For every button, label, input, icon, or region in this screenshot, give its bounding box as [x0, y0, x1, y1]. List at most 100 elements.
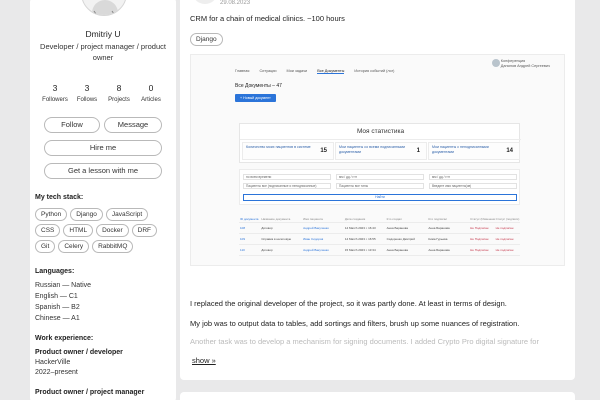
stat-cell-value: 1 — [416, 148, 420, 154]
table-cell: 110 — [240, 248, 245, 252]
language-item: Chinese — A1 — [35, 315, 80, 322]
screenshot-stats-title: Моя статистика — [356, 128, 405, 135]
tech-tag[interactable]: Python — [35, 208, 68, 221]
table-cell: Андрей Вакуленко — [303, 248, 329, 252]
stat-follows[interactable]: 3 Follows — [73, 83, 101, 103]
stat-label: Articles — [141, 97, 161, 103]
table-cell: Анна Баранова — [428, 226, 450, 230]
tech-tag[interactable]: RabbitMQ — [92, 240, 134, 253]
project-paragraph: My job was to output data to tables, add… — [190, 319, 520, 328]
table-cell: Не подписан — [495, 226, 514, 230]
screenshot-tab: Ситуации — [259, 69, 277, 73]
profile-sidebar: Dmitriy U Developer / project manager / … — [30, 0, 176, 400]
stat-number: 0 — [148, 83, 154, 93]
work-experience-title: Work experience: — [35, 335, 94, 342]
table-row: 110 Договор Андрей Вакуленко 15 March 20… — [239, 245, 520, 256]
project-paragraph-faded: Another task was to develop a mechanism … — [190, 337, 539, 346]
table-row: 108 Договор Андрей Вакуленко 14 March 20… — [239, 223, 520, 234]
table-cell: Договор — [261, 248, 273, 252]
table-cell: 14 March 2023 г. 16:43 — [344, 226, 376, 230]
tech-stack-tags: Python Django JavaScript CSS HTML Docker… — [35, 208, 173, 253]
table-cell: Не Подписан — [470, 226, 489, 230]
stat-number: 8 — [116, 83, 122, 93]
get-lesson-button[interactable]: Get a lesson with me — [44, 163, 162, 179]
screenshot-stat-cell: Количество моих пациентов в системе 15 — [242, 142, 334, 160]
project-date: 29.08.2023 — [220, 0, 251, 6]
language-item: Russian — Native — [35, 282, 92, 289]
project-avatar — [192, 0, 218, 4]
avatar[interactable] — [81, 0, 127, 16]
filter-field: мм / дд / гггг — [429, 174, 517, 180]
table-cell: Сидоренко Дмитрий — [386, 237, 415, 241]
stat-projects[interactable]: 8 Projects — [105, 83, 133, 103]
screenshot-tab: Мои задачи — [286, 69, 308, 73]
tech-tag[interactable]: Django — [70, 208, 103, 221]
stat-cell-value: 15 — [320, 148, 327, 154]
language-item: Spanish — B2 — [35, 304, 80, 311]
profile-role: Developer / project manager / product ow… — [40, 42, 166, 62]
table-header-cell: Название документа — [261, 216, 291, 221]
stat-label: Followers — [42, 97, 68, 103]
project-screenshot[interactable]: Конференция Данилов Андрей Сергеевич Гла… — [190, 54, 565, 266]
job-company: HackerVille — [35, 359, 71, 366]
tech-stack-title: My tech stack: — [35, 194, 84, 201]
screenshot-tab: Главная — [235, 69, 250, 73]
screenshot-user: Конференция Данилов Андрей Сергеевич — [501, 59, 550, 68]
next-project-card — [180, 392, 575, 400]
stat-cell-label: Количество моих пациентов в системе — [246, 145, 311, 149]
follow-button[interactable]: Follow — [44, 117, 100, 133]
tech-tag[interactable]: CSS — [35, 224, 61, 237]
stat-cell-label: Мои пациенты с неподписанными документам… — [432, 145, 489, 154]
filter-field: Пациенты все типы — [336, 183, 424, 189]
table-cell: Не подписан — [495, 237, 514, 241]
table-header-cell: Имя пациента — [303, 216, 323, 221]
tech-tag[interactable]: Git — [35, 240, 56, 253]
divider — [240, 139, 521, 140]
screenshot-user-line: Данилов Андрей Сергеевич — [500, 63, 550, 68]
table-cell: Андрей Вакуленко — [303, 226, 329, 230]
languages-list: Russian — Native English — C1 Spanish — … — [35, 280, 91, 324]
tech-tag[interactable]: Celery — [58, 240, 90, 253]
table-cell: Справка в налоговую — [261, 237, 292, 241]
filter-field: Введите имя пациента(ов) — [429, 183, 517, 189]
table-header-cell: Статус (Изменения) — [470, 216, 494, 221]
tech-tag[interactable]: HTML — [63, 224, 94, 237]
job-item: Product owner / developer HackerVille 20… — [35, 348, 123, 378]
table-header: ID документа Название документа Имя паци… — [239, 215, 520, 223]
screenshot-filters: по всем времени мм / дд / гггг мм / дд /… — [239, 169, 520, 205]
stat-label: Follows — [76, 97, 98, 103]
languages-title: Languages: — [35, 268, 75, 275]
project-card: 29.08.2023 CRM for a chain of medical cl… — [180, 0, 575, 380]
message-button[interactable]: Message — [104, 117, 162, 133]
stat-articles[interactable]: 0 Articles — [137, 83, 165, 103]
table-cell: 15 March 2023 г. 13:34 — [344, 248, 376, 252]
table-header-cell: Статус (подписи) — [495, 216, 520, 221]
stat-cell-value: 14 — [506, 148, 513, 154]
table-cell: Не Подписан — [470, 237, 489, 241]
screenshot-tabs: Главная Ситуации Мои задачи Все Документ… — [235, 69, 394, 74]
hire-me-button[interactable]: Hire me — [44, 140, 162, 156]
tech-tag[interactable]: JavaScript — [105, 208, 149, 221]
user-icon — [492, 59, 500, 67]
filter-field: Пациенты все (подписанные и неподписанны… — [243, 183, 331, 189]
screenshot-tab-active: Все Документы — [317, 69, 345, 74]
tech-tag[interactable]: DRF — [131, 224, 158, 237]
show-more-link[interactable]: show » — [192, 356, 216, 365]
stat-followers[interactable]: 3 Followers — [41, 83, 69, 103]
tech-tag[interactable]: Docker — [96, 224, 129, 237]
filter-field: по всем времени — [243, 174, 331, 180]
screenshot-stat-cell: Мои пациенты со всеми подписанными докум… — [335, 142, 427, 160]
table-header-cell: Кто подписал — [428, 216, 448, 221]
job-period: 2022–present — [35, 369, 78, 376]
screenshot-table: ID документа Название документа Имя паци… — [239, 215, 520, 256]
stat-number: 3 — [52, 83, 58, 93]
filter-field: мм / дд / гггг — [336, 174, 424, 180]
stat-number: 3 — [84, 83, 90, 93]
project-tag[interactable]: Django — [190, 33, 223, 46]
job-item: Product owner / project manager — [35, 388, 144, 398]
language-item: English — C1 — [35, 293, 78, 300]
filter-search-button: Найти — [243, 194, 517, 201]
table-cell: Не Подписан — [470, 248, 489, 252]
table-cell: Иван Сидоров — [303, 237, 324, 241]
table-cell: 109 — [240, 237, 246, 241]
